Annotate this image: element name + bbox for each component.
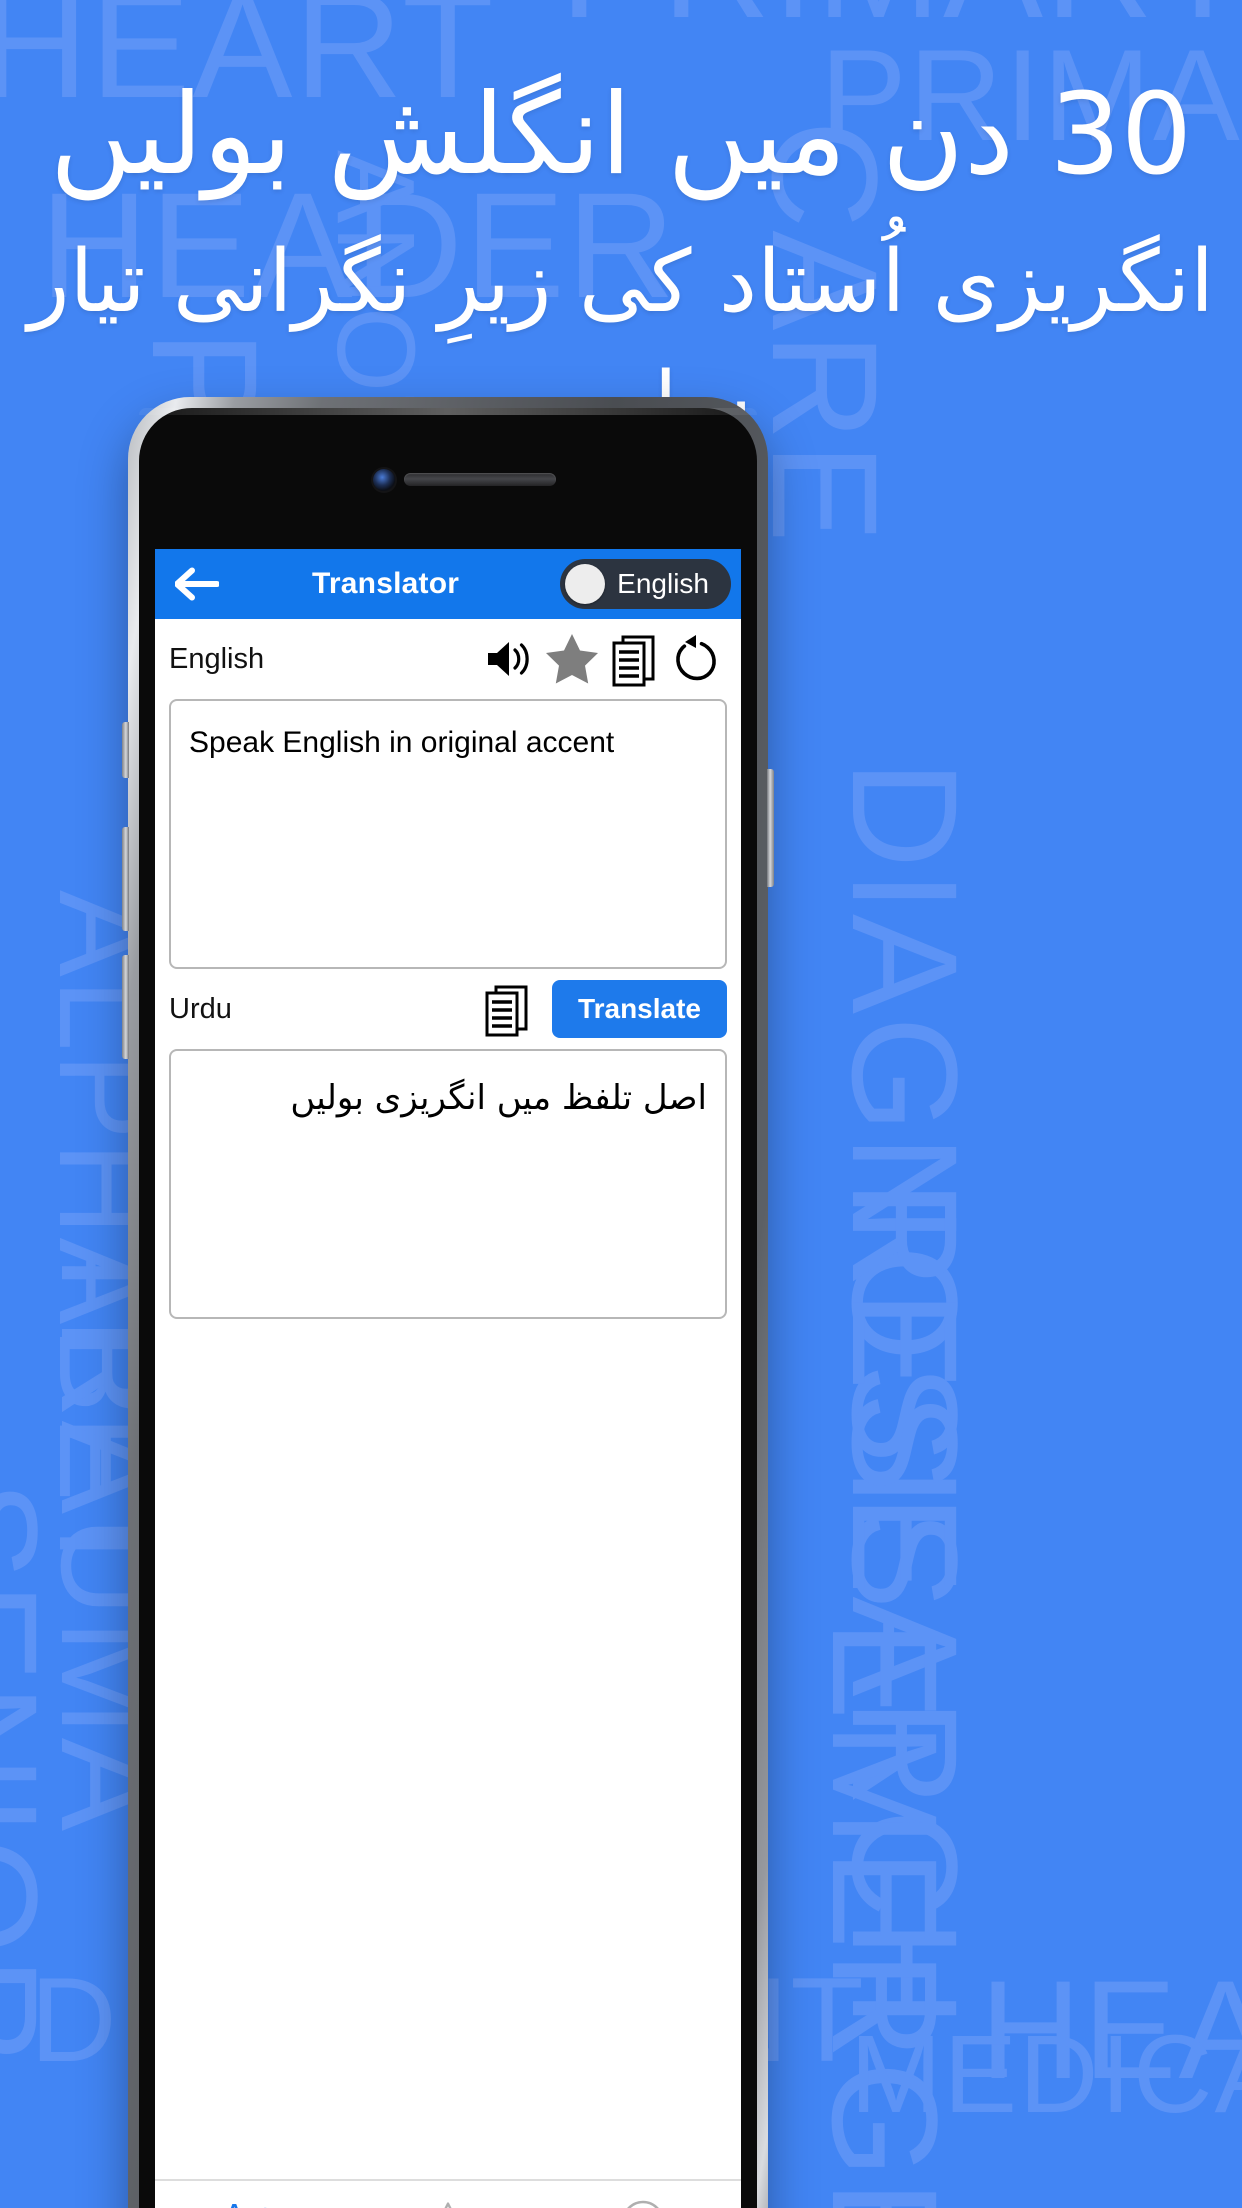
speaker-icon[interactable] xyxy=(479,628,541,690)
phone-mockup: Translator English English Speak English… xyxy=(122,397,774,2208)
toggle-knob[interactable] xyxy=(565,564,606,604)
target-language-label: Urdu xyxy=(169,992,232,1025)
language-toggle[interactable]: English xyxy=(560,559,731,609)
watermark-word: DIAGNOSIS xyxy=(821,760,989,1612)
phone-volume-down-button xyxy=(122,955,129,1059)
phone-power-button xyxy=(767,769,774,887)
translate-icon: A 际 xyxy=(224,2199,282,2208)
page-title: Translator xyxy=(312,567,460,600)
earpiece-speaker xyxy=(404,473,556,486)
svg-text:A: A xyxy=(226,2199,243,2208)
copy-icon[interactable] xyxy=(476,978,538,1040)
translate-button[interactable]: Translate xyxy=(552,980,727,1038)
watermark-word: MEDICAL xyxy=(0,680,17,1228)
star-icon[interactable] xyxy=(541,628,603,690)
nav-item-history[interactable]: History xyxy=(546,2181,741,2208)
phone-mute-switch xyxy=(122,722,129,778)
source-text-input[interactable]: Speak English in original accent xyxy=(169,699,727,969)
nav-item-favorite[interactable]: Favorite xyxy=(350,2181,545,2208)
target-text-value: اصل تلفظ میں انگریزی بولیں xyxy=(290,1078,707,1118)
watermark-word: MEDICAL xyxy=(850,2013,1242,2136)
phone-volume-up-button xyxy=(122,827,129,931)
watermark-word: HEART xyxy=(980,1951,1242,2108)
app-bar: Translator English xyxy=(155,549,741,619)
star-outline-icon xyxy=(422,2199,474,2208)
source-text-value: Speak English in original accent xyxy=(189,726,615,759)
front-camera-icon xyxy=(373,469,395,491)
target-text-output[interactable]: اصل تلفظ میں انگریزی بولیں xyxy=(169,1049,727,1319)
watermark-word: PRIMARY xyxy=(560,0,1242,40)
bottom-navigation-bar: A 际 Translator Favorite xyxy=(155,2179,741,2208)
watermark-word: EMERGENCY xyxy=(801,1620,969,2208)
headline-line-1: 30 دن میں انگلش بولیں xyxy=(49,70,1193,200)
copy-icon[interactable] xyxy=(603,628,665,690)
watermark-word: SENIOR xyxy=(0,1480,69,2068)
app-screen: Translator English English Speak English… xyxy=(155,549,741,2208)
bezel-highlight xyxy=(139,408,757,415)
arrow-left-icon[interactable] xyxy=(175,567,219,601)
nav-item-translator[interactable]: A 际 Translator xyxy=(155,2181,350,2208)
toggle-label: English xyxy=(617,568,709,599)
watermark-word: RESEARCH xyxy=(821,1180,989,2030)
reset-icon[interactable] xyxy=(665,628,727,690)
promo-banner: HEARTHEADERPRIMARYPRIMARYMEDICALSPECIALI… xyxy=(0,0,1242,2208)
source-language-label: English xyxy=(169,642,265,675)
clock-icon xyxy=(618,2199,668,2208)
target-language-row: Urdu Translate xyxy=(155,969,741,1049)
source-language-row: English xyxy=(155,619,741,699)
